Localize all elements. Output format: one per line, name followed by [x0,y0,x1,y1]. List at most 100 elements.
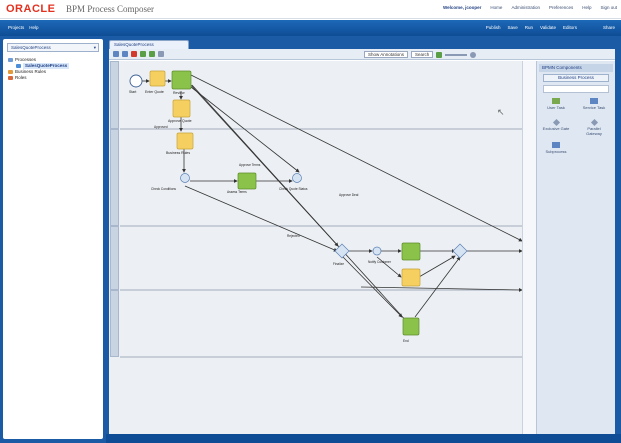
save-button[interactable]: Save [508,25,518,30]
palette-subprocess[interactable]: Subprocess [541,142,571,154]
share-button[interactable]: Share [603,25,615,30]
palette-item-label: User Task [547,105,565,110]
help-link[interactable]: Help [582,5,591,10]
subprocess-icon [552,142,560,148]
task-review-label: Review [173,91,185,95]
annotations-dropdown[interactable]: Show Annotations [364,51,409,58]
task-end[interactable] [402,317,420,336]
preferences-link[interactable]: Preferences [549,5,573,10]
editors-button[interactable]: Editors [563,25,577,30]
palette-search-input[interactable] [543,85,609,93]
main-frame: SalesQuoteProcess Show Annotations Searc… [106,36,621,443]
delete-icon[interactable] [131,51,137,57]
parallel-gateway-icon [590,118,598,127]
publish-button[interactable]: Publish [486,25,501,30]
task-review[interactable] [171,70,192,90]
event-check-conditions-label: Check Conditions [151,187,176,191]
event-notify-label: Notify Customer [368,260,392,264]
nav-spacer [584,25,596,30]
zoom-icon[interactable] [470,51,477,58]
fit-icon[interactable] [436,51,443,58]
gateway-icon [552,118,560,127]
service-task-icon [590,98,598,104]
project-tree: Processes SalesQuoteProcess Business Rul… [8,57,70,81]
palette-section-dropdown[interactable]: Business Process [543,74,609,82]
mouse-cursor-icon: ↖ [497,107,505,117]
task-assess-terms-label: Assess Terms [227,190,247,194]
task-business-rules-label: Business Rules [166,151,190,155]
save-icon[interactable] [113,51,119,57]
palette-item-label: Subprocess [545,149,567,154]
palette-item-label: Parallel Gateway [586,126,602,136]
top-links: Welcome, jcooper Home Administration Pre… [443,5,617,10]
user-link[interactable]: Welcome, jcooper [443,5,481,10]
redo-icon[interactable] [149,51,155,57]
run-button[interactable]: Run [525,25,533,30]
search-button[interactable]: Search [411,51,434,58]
palette-user-task[interactable]: User Task [541,98,571,110]
task-user-2[interactable] [401,268,421,287]
palette-title: BPMN Components [539,64,613,72]
process-diagram: Start Enter Quote Review Approve Quote B… [120,70,522,358]
administration-link[interactable]: Administration [511,5,540,10]
toolbar-icons [113,51,164,57]
lane-dividers [120,128,522,358]
project-dropdown[interactable]: SalesQuoteProcess ▾ [7,43,99,52]
event-notify[interactable] [372,246,382,256]
task-enter-quote-label: Enter Quote [145,90,164,94]
projects-menu[interactable]: Projects [8,25,24,30]
nav-actions: Publish Save Run Validate Editors Share [486,25,615,30]
canvas-scrollbar[interactable] [522,61,536,434]
tab-salesquoteprocess[interactable]: SalesQuoteProcess [109,40,189,49]
task-assess-terms[interactable] [237,172,257,190]
start-label: Start [129,90,136,94]
editor-tabs: SalesQuoteProcess [106,39,613,49]
start-event[interactable] [129,74,143,88]
palette-item-label: Service Task [582,105,606,110]
event-check-conditions[interactable] [180,173,190,183]
flow-label-rejected: Rejected [287,234,300,238]
task-approve-quote[interactable] [172,99,191,118]
undo-icon[interactable] [140,51,146,57]
diagram-canvas[interactable]: Start Enter Quote Review Approve Quote B… [109,61,522,434]
event-check-quote[interactable] [292,173,302,183]
home-link[interactable]: Home [490,5,502,10]
task-approve-quote-label: Approve Quote [168,119,192,123]
process-icon [16,64,21,68]
nav-bar: Projects Help Publish Save Run Validate … [0,20,621,36]
project-dropdown-label: SalesQuoteProcess [11,45,51,50]
gateway-merge[interactable] [452,243,468,259]
zoom-slider[interactable] [445,53,468,56]
task-end-label: End [403,339,409,343]
task-business-rules[interactable] [176,132,194,150]
flow-label-approve-deal: Approve Deal [339,193,359,197]
component-palette: BPMN Components Business Process User Ta… [536,61,615,434]
sign-out-link[interactable]: Sign out [600,5,617,10]
toolbar-right: Show Annotations Search [364,51,477,58]
palette-exclusive-gate[interactable]: Exclusive Gate [541,118,571,131]
roles-icon [8,76,13,80]
palette-service-task[interactable]: Service Task [579,98,609,110]
app-header: ORACLE BPM Process Composer Welcome, jco… [0,0,621,19]
nav-menu: Projects Help [8,25,39,30]
help-menu[interactable]: Help [29,25,38,30]
palette-parallel-gateway[interactable]: Parallel Gateway [579,118,609,136]
editor-toolbar: Show Annotations Search [109,49,615,60]
process-editor: Show Annotations Search Start Enter Quot… [109,49,615,434]
task-enter-quote[interactable] [149,70,166,87]
tree-item-roles[interactable]: Roles [8,75,69,81]
validate-button[interactable]: Validate [540,25,556,30]
flow-label-approved: Approved [154,125,168,129]
chevron-down-icon: ▾ [93,45,96,50]
user-task-icon [552,98,560,104]
event-check-quote-label: Check Quote Status [279,187,308,191]
layout-icon[interactable] [158,51,164,57]
task-service-1[interactable] [401,242,421,261]
palette-item-label: Exclusive Gate [542,126,570,131]
project-navigator: SalesQuoteProcess ▾ Processes SalesQuote… [3,39,103,439]
copy-icon[interactable] [122,51,128,57]
tab-label: SalesQuoteProcess [114,42,154,47]
left-frame: SalesQuoteProcess ▾ Processes SalesQuote… [0,36,106,443]
app-title: BPM Process Composer [66,4,155,14]
tree-item-label: Roles [15,75,27,80]
